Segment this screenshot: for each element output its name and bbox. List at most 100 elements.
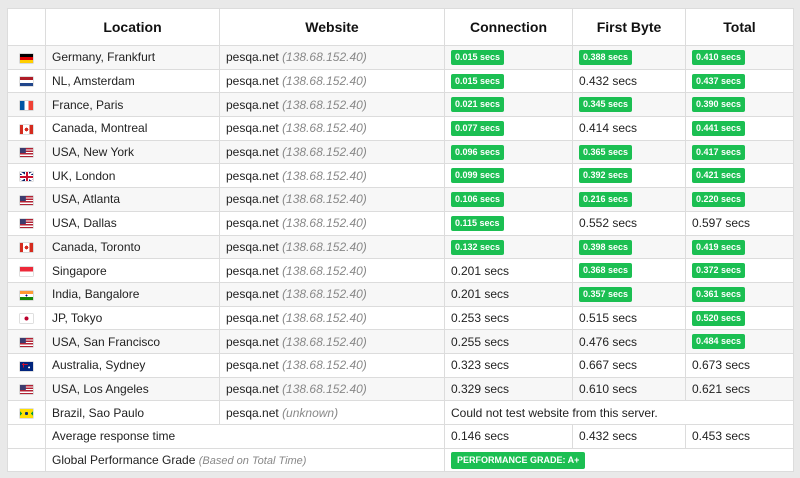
total-badge: 0.421 secs	[692, 168, 746, 184]
total-column-header: Total	[685, 8, 794, 46]
flag-cell	[7, 281, 46, 307]
website-ip: (138.68.152.40)	[282, 239, 367, 254]
location-cell: Canada, Montreal	[45, 116, 220, 141]
connection-cell: 0.329 secs	[444, 376, 573, 402]
flag-cell	[7, 68, 46, 94]
location-cell: USA, Dallas	[45, 210, 220, 236]
connection-cell: 0.096 secs	[444, 139, 573, 165]
first-byte-value: 0.476 secs	[579, 334, 638, 349]
table-row: Canada, Toronto pesqa.net (138.68.152.40)…	[7, 234, 794, 260]
connection-value: 0.253 secs	[451, 310, 510, 325]
location-cell: USA, Atlanta	[45, 187, 220, 212]
average-empty-cell	[7, 424, 46, 449]
connection-cell: 0.201 secs	[444, 258, 573, 283]
average-total: 0.453 secs	[685, 424, 794, 449]
website-domain: pesqa.net	[226, 287, 279, 302]
connection-cell: 0.201 secs	[444, 281, 573, 307]
grade-badge-cell: PERFORMANCE GRADE: A+	[444, 447, 794, 473]
table-row: UK, London pesqa.net (138.68.152.40) 0.099…	[7, 163, 794, 189]
table-row: JP, Tokyo pesqa.net (138.68.152.40) 0.253 …	[7, 305, 794, 331]
total-cell: 0.484 secs	[685, 329, 794, 354]
connection-cell: 0.015 secs	[444, 68, 573, 94]
table-row: USA, Atlanta pesqa.net (138.68.152.40) 0.1…	[7, 187, 794, 212]
location-cell: USA, New York	[45, 139, 220, 165]
website-cell: pesqa.net (138.68.152.40)	[219, 329, 445, 354]
total-cell: 0.390 secs	[685, 92, 794, 118]
connection-cell: 0.115 secs	[444, 210, 573, 236]
website-domain: pesqa.net	[226, 168, 279, 183]
flag-column-header	[7, 8, 46, 46]
website-ip: (138.68.152.40)	[282, 310, 367, 325]
connection-badge: 0.077 secs	[451, 121, 505, 137]
connection-badge: 0.132 secs	[451, 239, 505, 255]
location-cell: Singapore	[45, 258, 220, 283]
connection-badge: 0.115 secs	[451, 215, 504, 231]
germany-flag-icon	[20, 53, 33, 63]
flag-cell	[7, 163, 46, 189]
first-byte-cell: 0.610 secs	[572, 376, 686, 402]
website-domain: pesqa.net	[226, 97, 279, 112]
location-cell: Brazil, Sao Paulo	[45, 400, 220, 425]
website-cell: pesqa.net (138.68.152.40)	[219, 258, 445, 283]
grade-note: (Based on Total Time)	[198, 455, 307, 468]
website-domain: pesqa.net	[226, 216, 279, 231]
connection-value: 0.329 secs	[451, 381, 510, 396]
results-table: Location Website Connection First Byte T…	[7, 8, 794, 473]
connection-value: 0.255 secs	[451, 334, 510, 349]
first-byte-cell: 0.392 secs	[572, 163, 686, 189]
grade-label: Global Performance Grade	[52, 453, 196, 468]
first-byte-badge: 0.365 secs	[579, 144, 633, 160]
location-cell: NL, Amsterdam	[45, 68, 220, 94]
first-byte-cell: 0.365 secs	[572, 139, 686, 165]
connection-cell: 0.015 secs	[444, 45, 573, 70]
flag-cell	[7, 116, 46, 141]
first-byte-cell: 0.552 secs	[572, 210, 686, 236]
total-badge: 0.419 secs	[692, 239, 746, 255]
location-cell: JP, Tokyo	[45, 305, 220, 331]
first-byte-value: 0.552 secs	[579, 216, 638, 231]
total-badge: 0.361 secs	[692, 286, 746, 302]
canada-flag-icon	[20, 243, 33, 253]
flag-cell	[7, 329, 46, 354]
netherlands-flag-icon	[20, 77, 33, 87]
website-cell: pesqa.net (138.68.152.40)	[219, 163, 445, 189]
average-connection: 0.146 secs	[444, 424, 573, 449]
location-cell: USA, Los Angeles	[45, 376, 220, 402]
location-cell: India, Bangalore	[45, 281, 220, 307]
first-byte-value: 0.667 secs	[579, 358, 638, 373]
canada-flag-icon	[20, 124, 33, 134]
table-row: USA, New York pesqa.net (138.68.152.40) 0.…	[7, 139, 794, 165]
website-ip: (unknown)	[282, 405, 339, 420]
total-cell: 0.441 secs	[685, 116, 794, 141]
total-badge: 0.390 secs	[692, 97, 746, 113]
usa-flag-icon	[20, 219, 33, 229]
table-row: Canada, Montreal pesqa.net (138.68.152.40…	[7, 116, 794, 141]
website-ip: (138.68.152.40)	[282, 50, 367, 65]
total-cell: 0.621 secs	[685, 376, 794, 402]
website-ip: (138.68.152.40)	[282, 358, 367, 373]
total-badge: 0.410 secs	[692, 50, 746, 65]
website-cell: pesqa.net (138.68.152.40)	[219, 281, 445, 307]
first-byte-cell: 0.667 secs	[572, 352, 686, 378]
website-domain: pesqa.net	[226, 310, 279, 325]
first-byte-cell: 0.398 secs	[572, 234, 686, 260]
first-byte-badge: 0.398 secs	[579, 239, 633, 255]
japan-flag-icon	[20, 314, 33, 324]
first-byte-badge: 0.388 secs	[579, 50, 633, 65]
flag-cell	[7, 45, 46, 70]
connection-column-header: Connection	[444, 8, 573, 46]
total-badge: 0.441 secs	[692, 121, 746, 137]
usa-flag-icon	[20, 148, 33, 158]
website-ip: (138.68.152.40)	[282, 334, 367, 349]
total-badge: 0.220 secs	[692, 192, 746, 208]
website-domain: pesqa.net	[226, 74, 279, 89]
first-byte-cell: 0.515 secs	[572, 305, 686, 331]
total-value: 0.673 secs	[692, 358, 751, 373]
total-cell: 0.421 secs	[685, 163, 794, 189]
france-flag-icon	[20, 101, 33, 111]
connection-cell: 0.323 secs	[444, 352, 573, 378]
first-byte-value: 0.610 secs	[579, 381, 638, 396]
first-byte-cell: 0.388 secs	[572, 45, 686, 70]
average-first-byte: 0.432 secs	[572, 424, 686, 449]
location-cell: Australia, Sydney	[45, 352, 220, 378]
